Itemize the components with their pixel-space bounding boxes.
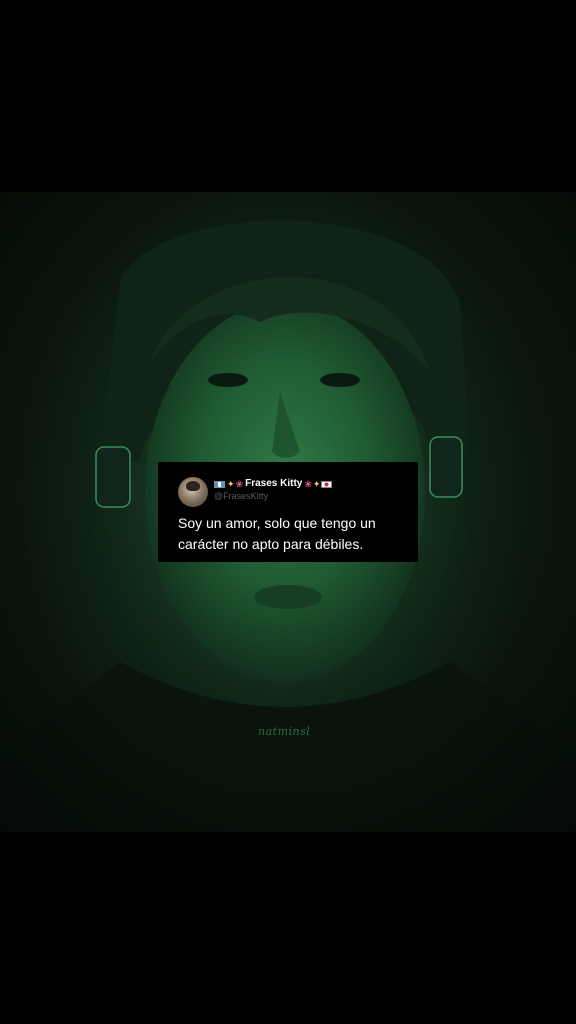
tulip-icon: ❀: [304, 478, 312, 489]
sparkles-icon: ✦: [312, 478, 321, 489]
flag-south-korea-icon: [321, 480, 333, 488]
tweet-header: ✦ ❀ Frases Kitty ❀ ✦ @FrasesKitty: [178, 477, 404, 507]
watermark-text: natminsl: [258, 725, 311, 738]
flag-guatemala-icon: [214, 480, 225, 488]
tweet-text: Soy un amor, solo que tengo un carácter …: [178, 513, 404, 555]
tulip-icon: ❀: [235, 478, 244, 489]
tweet-names: ✦ ❀ Frases Kitty ❀ ✦ @FrasesKitty: [214, 479, 334, 501]
tweet-text-line-1: Soy un amor, solo que tengo un: [178, 515, 376, 531]
letterbox-top: [0, 0, 576, 192]
display-name-text: Frases Kitty: [245, 478, 303, 489]
sparkles-icon: ✦: [227, 478, 235, 489]
user-handle[interactable]: @FrasesKitty: [214, 492, 334, 501]
letterbox-bottom: [0, 832, 576, 1024]
display-name[interactable]: ✦ ❀ Frases Kitty ❀ ✦: [214, 479, 334, 489]
tweet-card[interactable]: ✦ ❀ Frases Kitty ❀ ✦ @FrasesKitty Soy un…: [158, 462, 418, 562]
tweet-text-line-2: carácter no apto para débiles.: [178, 536, 364, 552]
avatar[interactable]: [178, 477, 208, 507]
